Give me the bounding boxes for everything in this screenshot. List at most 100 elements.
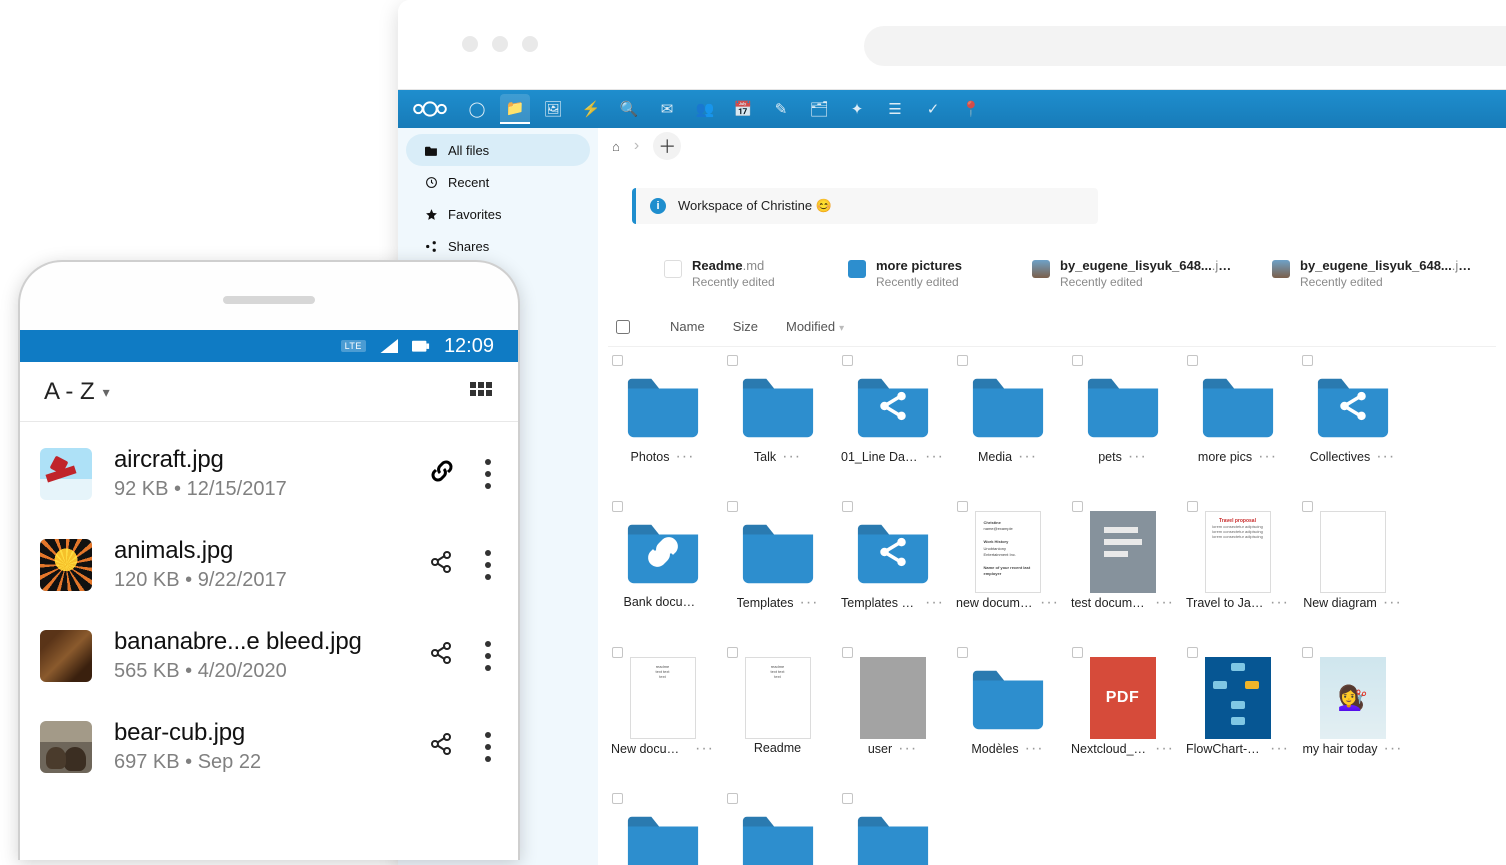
file-name[interactable]: test document [1071,596,1149,610]
file-thumbnail[interactable] [40,721,92,773]
app-todo[interactable]: ✓ [918,94,948,124]
grid-cell[interactable]: Bank docum... [608,499,717,639]
select-checkbox[interactable] [727,355,738,366]
file-text[interactable]: bananabre...e bleed.jpg565 KB • 4/20/202… [114,628,408,683]
traffic-light-minimize[interactable] [492,36,508,52]
share-icon[interactable] [430,732,458,761]
more-menu-icon[interactable]: ··· [1155,741,1174,757]
app-search[interactable]: 🔍 [614,94,644,124]
recent-item[interactable]: more picturesRecently edited [848,258,992,289]
more-menu-icon[interactable]: ··· [1376,449,1395,465]
select-checkbox[interactable] [842,501,853,512]
select-checkbox[interactable] [612,793,623,804]
workspace-banner[interactable]: i Workspace of Christine 😊 [632,188,1098,224]
grid-cell[interactable]: 💇‍♀️my hair today··· [1298,645,1407,785]
app-notes[interactable]: ✎ [766,94,796,124]
url-bar[interactable] [864,26,1506,66]
share-icon[interactable] [430,641,458,670]
file-name[interactable]: Modèles [971,742,1018,756]
file-name[interactable]: Templates [737,596,794,610]
file-name[interactable]: FlowChart-Pro [1186,742,1264,756]
more-menu-icon[interactable] [480,459,496,489]
recent-item[interactable]: by_eugene_lisyuk_648....jpgRecently edit… [1272,258,1472,289]
more-menu-icon[interactable]: ··· [925,449,944,465]
more-menu-icon[interactable]: ··· [1040,595,1059,611]
app-dashboard[interactable]: ◯ [462,94,492,124]
select-checkbox[interactable] [1302,355,1313,366]
grid-cell[interactable]: readmetext texttextNew docume...··· [608,645,717,785]
select-checkbox[interactable] [727,501,738,512]
recent-item[interactable]: by_eugene_lisyuk_648....jpgRecently edit… [1032,258,1232,289]
grid-cell[interactable]: Modèles ··· [953,645,1062,785]
file-name[interactable]: 01_Line Dan... [841,450,919,464]
file-name[interactable]: Collectives [1310,450,1370,464]
more-menu-icon[interactable]: ··· [1025,741,1044,757]
more-menu-icon[interactable]: ··· [1155,595,1174,611]
file-name[interactable]: New docume... [611,742,689,756]
grid-cell[interactable]: Templates Pr... ··· [838,499,947,639]
grid-cell[interactable]: 01_Line Dan... ··· [838,353,947,493]
grid-cell[interactable]: readmetext texttextReadme [723,645,832,785]
grid-cell[interactable]: Collectives ··· [1298,353,1407,493]
more-menu-icon[interactable]: ··· [1383,595,1402,611]
app-files[interactable]: 📁 [500,94,530,124]
view-grid-toggle[interactable] [466,378,494,406]
file-name[interactable]: more pics [1198,450,1252,464]
select-checkbox[interactable] [727,793,738,804]
sidebar-item-recent[interactable]: Recent [406,166,590,198]
grid-cell[interactable]: PDFNextcloud_S...··· [1068,645,1177,785]
grid-cell[interactable]: Travel proposallorem consectetur adipisc… [1183,499,1292,639]
more-menu-icon[interactable]: ··· [675,449,694,465]
select-all-checkbox[interactable] [616,320,630,334]
grid-cell[interactable]: user··· [838,645,947,785]
share-icon[interactable] [430,550,458,579]
traffic-light-zoom[interactable] [522,36,538,52]
file-name[interactable]: Templates Pr... [841,596,919,610]
file-name[interactable]: Photos [631,450,670,464]
grid-cell[interactable]: more pics ··· [1183,353,1292,493]
file-thumbnail[interactable] [40,630,92,682]
more-menu-icon[interactable]: ··· [800,595,819,611]
select-checkbox[interactable] [842,793,853,804]
file-name[interactable]: Travel to Jap... [1186,596,1264,610]
file-thumbnail[interactable] [40,448,92,500]
more-menu-icon[interactable]: ··· [1258,449,1277,465]
sidebar-item-shares[interactable]: Shares [406,230,590,262]
select-checkbox[interactable] [957,647,968,658]
grid-cell[interactable]: Christinename@exampleWork HistoryUnobtan… [953,499,1062,639]
more-menu-icon[interactable]: ··· [925,595,944,611]
sort-dropdown[interactable]: A - Z ▾ [44,378,110,406]
recent-item[interactable]: Readme.mdRecently edited [664,258,808,289]
select-checkbox[interactable] [957,355,968,366]
select-checkbox[interactable] [612,501,623,512]
file-name[interactable]: Nextcloud_S... [1071,742,1149,756]
grid-cell[interactable]: test document ··· [1068,499,1177,639]
home-icon[interactable]: ⌂ [612,139,620,154]
link-icon[interactable] [430,459,458,488]
app-integrations[interactable]: ✦ [842,94,872,124]
nextcloud-logo-icon[interactable] [410,98,450,120]
sidebar-item-favorites[interactable]: Favorites [406,198,590,230]
select-checkbox[interactable] [1302,647,1313,658]
app-deck[interactable]: 🗂 [804,94,834,124]
app-mail[interactable]: ✉ [652,94,682,124]
file-name[interactable]: New diagram [1303,596,1377,610]
select-checkbox[interactable] [612,647,623,658]
app-tasks[interactable]: ☰ [880,94,910,124]
app-activity[interactable]: ⚡ [576,94,606,124]
grid-cell[interactable]: Deck [838,791,947,865]
more-menu-icon[interactable]: ··· [1270,741,1289,757]
file-name[interactable]: user [868,742,892,756]
col-name[interactable]: Name [670,319,705,334]
grid-cell[interactable]: Media··· [953,353,1062,493]
select-checkbox[interactable] [957,501,968,512]
file-name[interactable]: Talk [754,450,776,464]
traffic-light-close[interactable] [462,36,478,52]
file-name[interactable]: new document [956,596,1034,610]
file-name[interactable]: Media [978,450,1012,464]
more-menu-icon[interactable] [480,732,496,762]
select-checkbox[interactable] [842,647,853,658]
grid-cell[interactable]: New diagram ··· [1298,499,1407,639]
grid-cell[interactable]: pets··· [1068,353,1177,493]
more-menu-icon[interactable] [480,550,496,580]
